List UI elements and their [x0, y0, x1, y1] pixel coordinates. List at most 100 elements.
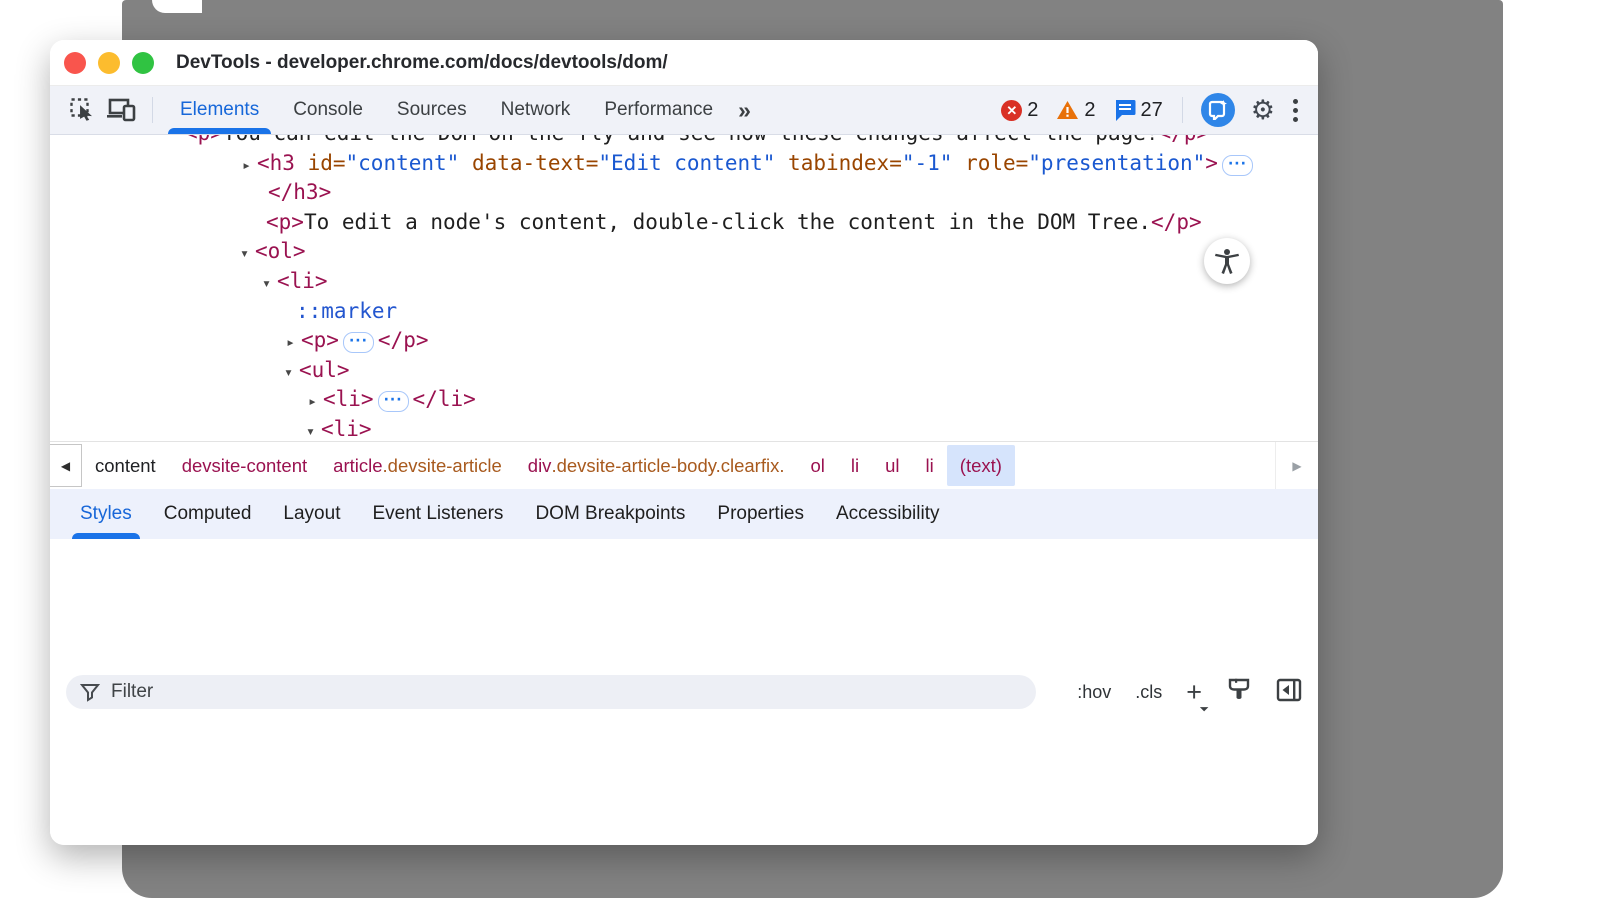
background-notch: [152, 0, 202, 13]
crumb-text: (text): [960, 455, 1002, 477]
warning-badge[interactable]: 2: [1056, 99, 1095, 122]
breadcrumb-item-li[interactable]: li: [838, 445, 872, 486]
breadcrumb-item-content[interactable]: content: [82, 445, 169, 486]
dom-token: role=: [952, 151, 1028, 175]
breadcrumb-item-li[interactable]: li: [913, 445, 947, 486]
breadcrumb-item-ol[interactable]: ol: [798, 445, 838, 486]
dom-token: data-text=: [459, 151, 598, 175]
ellipsis-adorner-icon[interactable]: ···: [378, 391, 409, 412]
message-count: 27: [1141, 99, 1163, 122]
dom-token: </p>: [1159, 135, 1210, 145]
dom-tree-row[interactable]: <p>You can edit the DOM on the fly and s…: [50, 135, 1318, 149]
sidebar-tab-event-listeners[interactable]: Event Listeners: [356, 489, 519, 539]
ai-assistant-icon[interactable]: [1201, 93, 1235, 127]
filter-input[interactable]: Filter: [66, 675, 1036, 709]
dom-tree-row[interactable]: ▸<p>···</p>: [50, 326, 1318, 356]
twisty-icon[interactable]: ▸: [242, 151, 257, 181]
dom-tree-row[interactable]: </h3>: [50, 178, 1318, 208]
breadcrumb-item-div-devsite-article-body-clearfix-[interactable]: div.devsite-article-body.clearfix.: [515, 445, 798, 486]
tab-sources[interactable]: Sources: [380, 86, 484, 134]
ellipsis-adorner-icon[interactable]: ···: [343, 332, 374, 353]
crumb-text: .devsite-article: [383, 455, 502, 477]
dom-tree-row[interactable]: <p>To edit a node's content, double-clic…: [50, 208, 1318, 238]
breadcrumb-scroll-right-icon[interactable]: ▶: [1275, 442, 1318, 489]
rendering-brush-icon[interactable]: [1226, 677, 1252, 708]
kebab-menu-icon[interactable]: [1293, 99, 1298, 122]
sidebar-tab-styles[interactable]: Styles: [64, 489, 148, 539]
window-titlebar: DevTools - developer.chrome.com/docs/dev…: [50, 40, 1318, 86]
dom-token: ::marker: [296, 299, 397, 323]
tab-elements[interactable]: Elements: [163, 86, 276, 134]
sidebar-tab-properties[interactable]: Properties: [701, 489, 820, 539]
styles-toolbar-buttons: :hov .cls +: [1077, 677, 1302, 708]
settings-gear-icon[interactable]: ⚙: [1251, 97, 1275, 124]
dom-tree-row[interactable]: ▾<li>: [50, 415, 1318, 441]
dom-tree-row[interactable]: ▾<ol>: [50, 237, 1318, 267]
sidebar-tab-accessibility[interactable]: Accessibility: [820, 489, 955, 539]
breadcrumb-item-ul[interactable]: ul: [872, 445, 912, 486]
accessibility-overlay-button[interactable]: [1204, 238, 1250, 284]
message-badge[interactable]: 27: [1114, 99, 1163, 122]
breadcrumb-item-article-devsite-article[interactable]: article.devsite-article: [320, 445, 515, 486]
dom-token: "content": [346, 151, 460, 175]
dom-tree-row[interactable]: ▸<h3 id="content" data-text="Edit conten…: [50, 149, 1318, 179]
dom-tree-row[interactable]: ▾<ul>: [50, 356, 1318, 386]
dom-token: <ol>: [255, 239, 306, 263]
twisty-icon[interactable]: ▸: [308, 387, 323, 417]
sidebar-tab-dom-breakpoints[interactable]: DOM Breakpoints: [519, 489, 701, 539]
inspect-element-icon[interactable]: [65, 93, 99, 127]
dom-token: <h3: [257, 151, 295, 175]
filter-funnel-icon: [80, 682, 100, 702]
devtools-window: DevTools - developer.chrome.com/docs/dev…: [50, 40, 1318, 845]
dom-token: <ul>: [299, 358, 350, 382]
dom-token: id=: [295, 151, 346, 175]
tab-performance[interactable]: Performance: [587, 86, 730, 134]
status-badges: ✕ 2 2 27: [992, 99, 1172, 122]
warning-icon: [1056, 100, 1079, 120]
more-tabs-icon[interactable]: »: [730, 97, 756, 124]
toolbar-divider: [152, 97, 153, 123]
breadcrumb-item-devsite-content[interactable]: devsite-content: [169, 445, 320, 486]
error-badge[interactable]: ✕ 2: [1001, 99, 1038, 122]
ellipsis-adorner-icon[interactable]: ···: [1222, 155, 1253, 176]
dom-token: <li>: [277, 269, 328, 293]
element-classes-button[interactable]: .cls: [1135, 682, 1162, 703]
crumb-text: li: [851, 455, 859, 477]
twisty-icon[interactable]: ▾: [240, 239, 255, 269]
message-icon: [1114, 99, 1136, 121]
tab-console[interactable]: Console: [276, 86, 380, 134]
breadcrumb-bar: ◀ contentdevsite-contentarticle.devsite-…: [50, 441, 1318, 489]
devtools-toolbar: ElementsConsoleSourcesNetworkPerformance…: [50, 86, 1318, 135]
warning-count: 2: [1084, 99, 1095, 122]
error-icon: ✕: [1001, 100, 1022, 121]
crumb-text: li: [926, 455, 934, 477]
sidebar-tab-computed[interactable]: Computed: [148, 489, 268, 539]
device-toolbar-icon[interactable]: [105, 93, 139, 127]
sidebar-tab-layout[interactable]: Layout: [267, 489, 356, 539]
crumb-text: ul: [885, 455, 899, 477]
twisty-icon[interactable]: ▸: [286, 328, 301, 358]
dom-tree-row[interactable]: ▾<li>: [50, 267, 1318, 297]
breadcrumb-scroll-left-icon[interactable]: ◀: [50, 444, 82, 487]
new-style-rule-button[interactable]: +: [1186, 679, 1202, 706]
dom-token: To edit a node's content, double-click t…: [304, 210, 1151, 234]
dom-tree-panel[interactable]: <p>You can edit the DOM on the fly and s…: [50, 135, 1318, 441]
zoom-button[interactable]: [132, 52, 154, 74]
toolbar-divider-right: [1182, 97, 1183, 123]
dom-token: <p>: [266, 210, 304, 234]
toggle-element-state-button[interactable]: :hov: [1077, 682, 1111, 703]
styles-filter-bar: Filter :hov .cls +: [50, 539, 1318, 845]
dom-tree-row[interactable]: ::marker: [50, 297, 1318, 327]
twisty-icon[interactable]: ▾: [306, 417, 321, 441]
minimize-button[interactable]: [98, 52, 120, 74]
breadcrumb: contentdevsite-contentarticle.devsite-ar…: [82, 445, 1015, 486]
tab-network[interactable]: Network: [484, 86, 588, 134]
dom-token: "-1": [902, 151, 953, 175]
dom-tree-row[interactable]: ▸<li>···</li>: [50, 385, 1318, 415]
dock-side-toggle-icon[interactable]: [1276, 678, 1302, 707]
close-button[interactable]: [64, 52, 86, 74]
breadcrumb-item--text-[interactable]: (text): [947, 445, 1015, 486]
twisty-icon[interactable]: ▾: [262, 269, 277, 299]
traffic-lights: [64, 52, 154, 74]
twisty-icon[interactable]: ▾: [284, 358, 299, 388]
